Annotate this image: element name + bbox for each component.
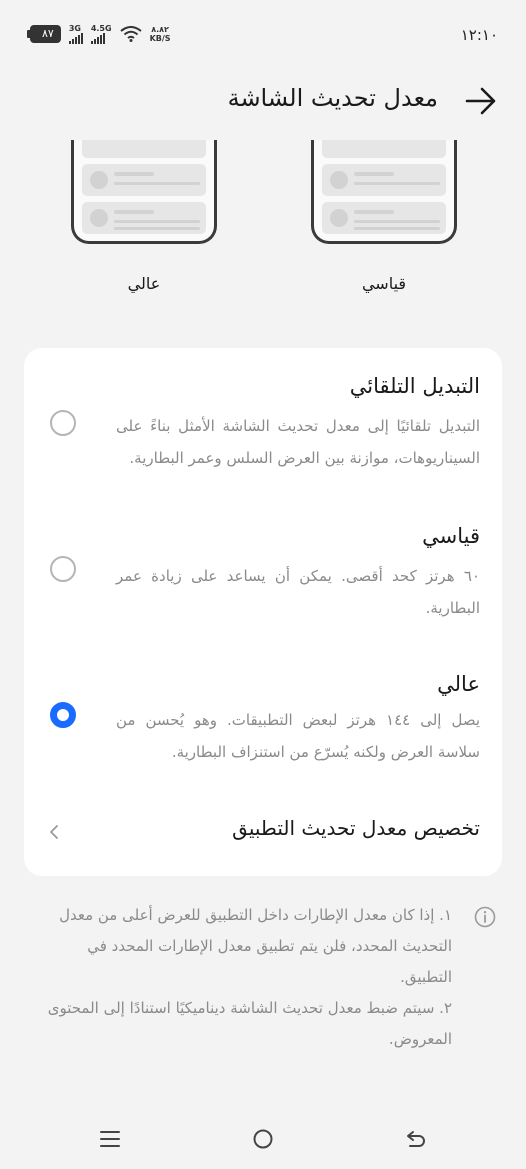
arrow-right-icon <box>465 87 496 115</box>
info-note-1: ١. إذا كان معدل الإطارات داخل التطبيق لل… <box>59 906 452 986</box>
info-icon <box>474 906 496 928</box>
option-high-description: يصل إلى ١٤٤ هرتز لبعض التطبيقات. وهو يُح… <box>116 711 481 761</box>
network-45g: 4.5G <box>90 24 112 44</box>
info-notes: ١. إذا كان معدل الإطارات داخل التطبيق لل… <box>40 900 500 1060</box>
status-indicators: ٨٧ 3G 4.5G ٨.٨٢ KB/S <box>27 24 171 44</box>
option-auto-switch[interactable]: التبديل التلقائي التبديل تلقائيًا إلى مع… <box>24 370 502 480</box>
option-auto-description: التبديل تلقائيًا إلى معدل تحديث الشاشة ا… <box>116 417 480 467</box>
chevron-left-icon <box>50 825 58 839</box>
signal-bars-icon <box>90 33 105 44</box>
option-auto-radio[interactable] <box>50 410 76 436</box>
refresh-rate-options-card: التبديل التلقائي التبديل تلقائيًا إلى مع… <box>24 348 502 876</box>
menu-icon <box>100 1131 120 1147</box>
option-standard-title: قياسي <box>422 524 480 548</box>
network-speed-unit: KB/S <box>149 34 171 43</box>
customize-app-refresh-rate[interactable]: تخصيص معدل تحديث التطبيق <box>24 804 502 860</box>
nav-back-button[interactable] <box>396 1119 436 1159</box>
network-speed-value: ٨.٨٢ <box>151 25 169 34</box>
back-arrow-icon <box>407 1131 425 1147</box>
high-preview-phone[interactable] <box>71 140 217 244</box>
option-high-radio[interactable] <box>50 702 76 728</box>
back-button[interactable] <box>464 84 498 118</box>
info-text: ١. إذا كان معدل الإطارات داخل التطبيق لل… <box>42 900 452 1055</box>
status-bar: ٨٧ 3G 4.5G ٨.٨٢ KB/S ١٢:١٠ <box>0 0 526 70</box>
standard-preview-phone[interactable] <box>311 140 457 244</box>
nav-menu-button[interactable] <box>90 1119 130 1159</box>
home-circle-icon <box>253 1129 273 1149</box>
refresh-rate-preview: قياسي عالي <box>0 140 526 310</box>
network-speed: ٨.٨٢ KB/S <box>150 25 171 43</box>
standard-preview-label: قياسي <box>361 274 407 293</box>
info-note-2: ٢. سيتم ضبط معدل تحديث الشاشة ديناميكيًا… <box>47 999 452 1048</box>
status-time: ١٢:١٠ <box>460 26 498 44</box>
option-standard-description: ٦٠ هرتز كحد أقصى. يمكن أن يساعد على زياد… <box>116 567 480 617</box>
network-3g: 3G <box>68 24 83 44</box>
navigation-bar <box>0 1109 526 1169</box>
header: معدل تحديث الشاشة <box>0 80 526 120</box>
option-high-title: عالي <box>437 672 480 696</box>
battery-indicator: ٨٧ <box>27 25 61 43</box>
option-standard-radio[interactable] <box>50 556 76 582</box>
option-high[interactable]: عالي يصل إلى ١٤٤ هرتز لبعض التطبيقات. وه… <box>24 670 502 770</box>
option-auto-title: التبديل التلقائي <box>349 374 480 398</box>
nav-home-button[interactable] <box>243 1119 283 1159</box>
network-45g-label: 4.5G <box>90 24 112 33</box>
page-title: معدل تحديث الشاشة <box>227 84 438 112</box>
signal-bars-icon <box>68 33 83 44</box>
customize-app-refresh-rate-label: تخصيص معدل تحديث التطبيق <box>232 816 480 840</box>
wifi-icon <box>119 26 142 42</box>
high-preview-label: عالي <box>127 274 161 293</box>
network-3g-label: 3G <box>68 24 81 33</box>
option-standard[interactable]: قياسي ٦٠ هرتز كحد أقصى. يمكن أن يساعد عل… <box>24 522 502 622</box>
